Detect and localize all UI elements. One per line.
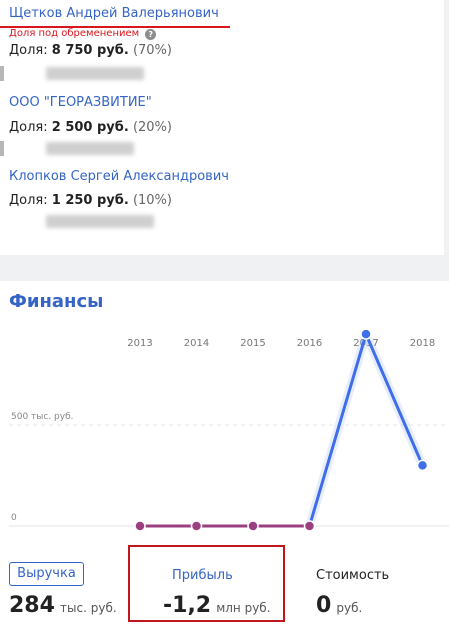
- share-value: 2 500 руб.: [51, 120, 129, 135]
- founder-name-link[interactable]: Клопков Сергей Александрович: [9, 168, 229, 186]
- share-percent: (10%): [132, 193, 172, 208]
- data-point: [190, 520, 203, 532]
- share-label: Доля:: [9, 43, 48, 58]
- share-label: Доля:: [9, 193, 48, 208]
- revenue-unit: тыс. руб.: [60, 601, 117, 615]
- redacted-marker: [0, 66, 4, 81]
- revenue-value: 284: [9, 593, 55, 618]
- x-tick-label: 2018: [410, 338, 435, 349]
- finances-card: Финансы 500 тыс. руб. 0 2013 2014 2015 2016 20…: [0, 281, 449, 633]
- redacted-inn: [46, 215, 154, 228]
- encumbrance-note: Доля под обременением ?: [9, 27, 157, 41]
- cost-value: 0: [316, 593, 332, 618]
- x-tick-label: 2015: [240, 338, 265, 349]
- question-icon[interactable]: ?: [145, 28, 157, 40]
- founder-name-link[interactable]: ООО "ГЕОРАЗВИТИЕ": [9, 94, 152, 112]
- profit-tab[interactable]: Прибыль: [172, 568, 233, 583]
- founder-item: ООО "ГЕОРАЗВИТИЕ": [9, 94, 152, 112]
- data-point: [360, 328, 372, 340]
- founder-item: Щетков Андрей Валерьянович: [9, 5, 219, 23]
- data-point: [134, 520, 146, 532]
- x-tick-label: 2014: [184, 338, 209, 349]
- share-label: Доля:: [9, 120, 48, 135]
- series-segment: [364, 332, 424, 467]
- profit-metric: -1,2 млн руб.: [163, 593, 271, 618]
- cost-unit: руб.: [336, 601, 363, 615]
- encumbrance-text: Доля под обременением: [9, 28, 140, 39]
- share-percent: (20%): [132, 120, 172, 135]
- redacted-marker: [0, 141, 4, 156]
- founder-item: Клопков Сергей Александрович: [9, 168, 229, 186]
- x-tick-label: 2016: [297, 338, 322, 349]
- founder-share: Доля: 8 750 руб. (70%): [9, 42, 172, 60]
- x-tick-label: 2013: [127, 338, 152, 349]
- founders-card: Щетков Андрей Валерьянович Доля под обре…: [0, 0, 444, 255]
- data-point: [247, 520, 259, 532]
- cost-metric: 0 руб.: [316, 593, 362, 618]
- share-percent: (70%): [132, 43, 172, 58]
- profit-label-wrap: Прибыль: [172, 564, 233, 583]
- profit-unit: млн руб.: [216, 601, 271, 615]
- founder-share: Доля: 1 250 руб. (10%): [9, 192, 172, 210]
- cost-tab[interactable]: Стоимость: [316, 568, 389, 583]
- share-value: 1 250 руб.: [51, 193, 129, 208]
- data-point: [416, 459, 429, 472]
- founder-name-link[interactable]: Щетков Андрей Валерьянович: [9, 5, 219, 23]
- revenue-button[interactable]: Выручка: [9, 562, 84, 586]
- founder-share: Доля: 2 500 руб. (20%): [9, 119, 172, 137]
- cost-label-wrap: Стоимость: [316, 564, 389, 583]
- revenue-metric: 284 тыс. руб.: [9, 593, 117, 618]
- redacted-inn: [46, 67, 144, 80]
- series-segment: [308, 332, 368, 528]
- redacted-inn: [46, 142, 134, 155]
- profit-value: -1,2: [163, 593, 212, 618]
- share-value: 8 750 руб.: [51, 43, 129, 58]
- y-tick-label: 500 тыс. руб.: [11, 412, 74, 422]
- data-point: [303, 520, 316, 532]
- y-tick-label: 0: [11, 513, 17, 523]
